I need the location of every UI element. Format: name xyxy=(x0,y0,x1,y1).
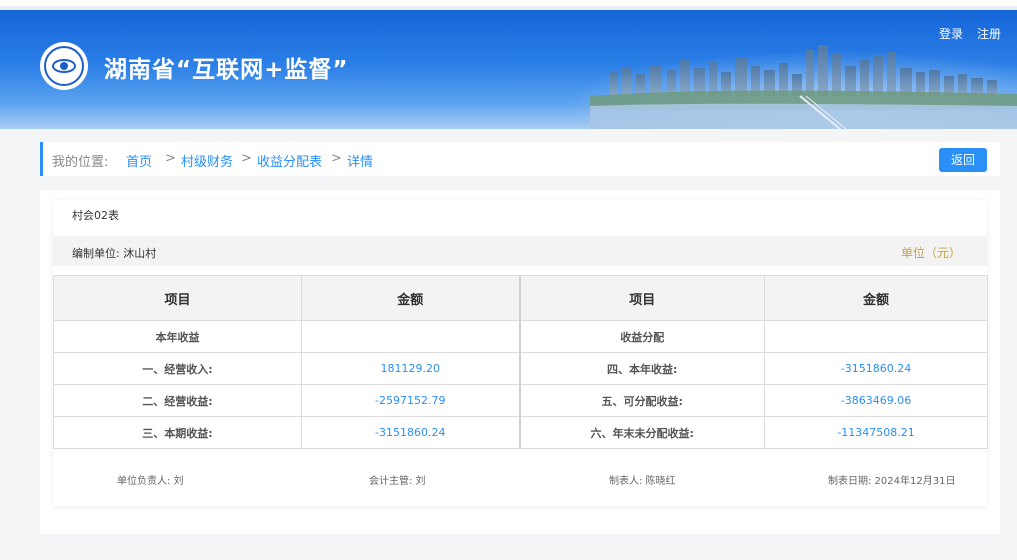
row-amount: 181129.20 xyxy=(301,352,520,385)
report-card: 村会02表 编制单位: 沐山村 单位（元） 项目 金额 项目 金额 本年收益 收… xyxy=(53,200,988,506)
header-amount: 金额 xyxy=(301,275,520,321)
register-link[interactable]: 注册 xyxy=(977,25,1001,42)
compiling-unit: 编制单位: 沐山村 xyxy=(72,247,157,260)
row-item: 五、可分配收益: xyxy=(518,384,765,417)
table-row: 三、本期收益: -3151860.24 六、年末未分配收益: -11347508… xyxy=(53,416,988,449)
table-row: 本年收益 收益分配 xyxy=(53,320,988,353)
breadcrumb-home[interactable]: 首页 xyxy=(126,151,152,170)
currency-unit: 单位（元） xyxy=(900,246,961,260)
header-banner: 湖南省“互联网+监督” 登录 注册 xyxy=(0,10,1017,129)
form-number: 村会02表 xyxy=(72,209,119,222)
row-item: 三、本期收益: xyxy=(53,416,302,449)
breadcrumb-separator: > xyxy=(331,151,342,166)
header-item: 项目 xyxy=(53,275,302,321)
breadcrumb-separator: > xyxy=(165,151,176,166)
report-info-bar: 编制单位: 沐山村 单位（元） xyxy=(53,236,987,266)
row-item: 一、经营收入: xyxy=(53,352,302,385)
income-distribution-table: 项目 金额 项目 金额 本年收益 收益分配 一、经营收入: 181129.20 … xyxy=(53,275,988,449)
row-amount xyxy=(764,320,988,353)
breadcrumb-detail[interactable]: 详情 xyxy=(347,151,373,170)
report-date: 制表日期: 2024年12月31日 xyxy=(828,476,956,487)
content-panel: 村会02表 编制单位: 沐山村 单位（元） 项目 金额 项目 金额 本年收益 收… xyxy=(40,190,1000,534)
login-link[interactable]: 登录 xyxy=(939,25,963,42)
row-amount: -3151860.24 xyxy=(301,416,520,449)
breadcrumb-separator: > xyxy=(241,151,252,166)
row-item: 二、经营收益: xyxy=(53,384,302,417)
breadcrumb-village-finance[interactable]: 村级财务 xyxy=(181,151,233,170)
site-logo xyxy=(40,42,88,90)
breadcrumb-distribution-table[interactable]: 收益分配表 xyxy=(257,151,322,170)
row-amount: -3151860.24 xyxy=(764,352,988,385)
row-item: 四、本年收益: xyxy=(518,352,765,385)
row-item: 收益分配 xyxy=(518,320,765,353)
row-amount: -3863469.06 xyxy=(764,384,988,417)
row-amount: -2597152.79 xyxy=(301,384,520,417)
header-item: 项目 xyxy=(518,275,765,321)
site-title: 湖南省“互联网+监督” xyxy=(104,57,349,83)
table-row: 一、经营收入: 181129.20 四、本年收益: -3151860.24 xyxy=(53,352,988,385)
preparer-signature: 制表人: 陈晓红 xyxy=(609,476,676,487)
accountant-signature: 会计主管: 刘 xyxy=(369,476,426,487)
breadcrumb: 我的位置: 首页 > 村级财务 > 收益分配表 > 详情 xyxy=(40,142,1000,176)
row-item: 本年收益 xyxy=(53,320,302,353)
logo-pupil xyxy=(60,62,68,70)
table-row: 二、经营收益: -2597152.79 五、可分配收益: -3863469.06 xyxy=(53,384,988,417)
row-item: 六、年末未分配收益: xyxy=(518,416,765,449)
back-button[interactable]: 返回 xyxy=(939,148,987,172)
table-header-row: 项目 金额 项目 金额 xyxy=(53,275,988,321)
header-amount: 金额 xyxy=(764,275,988,321)
breadcrumb-prefix: 我的位置: xyxy=(52,155,109,170)
unit-head-signature: 单位负责人: 刘 xyxy=(117,476,184,487)
row-amount xyxy=(301,320,520,353)
row-amount: -11347508.21 xyxy=(764,416,988,449)
